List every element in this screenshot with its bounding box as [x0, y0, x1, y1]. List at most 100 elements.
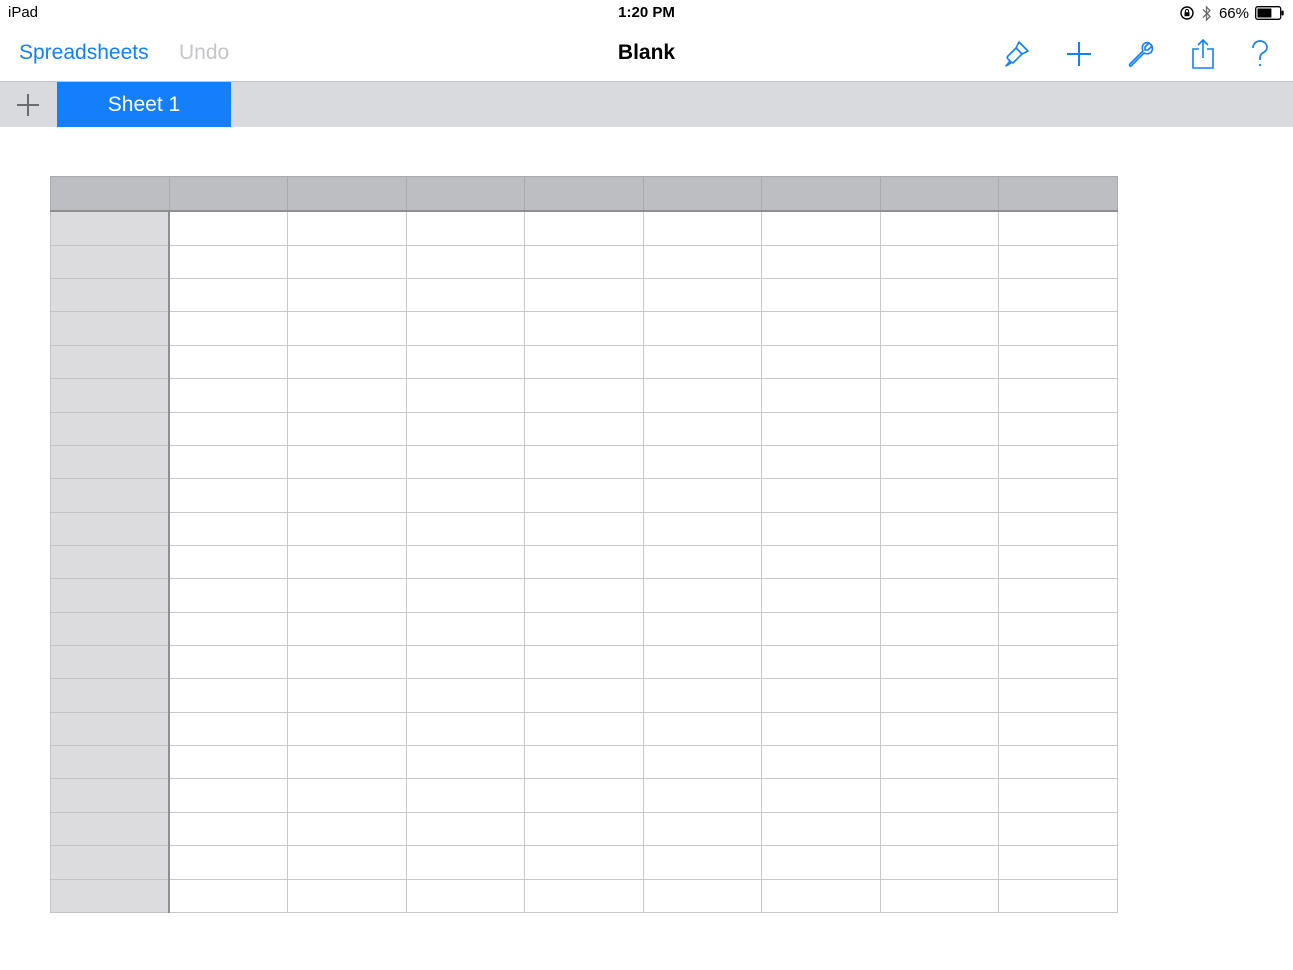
table-cell[interactable]	[405, 244, 526, 280]
table-cell[interactable]	[879, 745, 1000, 780]
table-cell[interactable]	[998, 378, 1118, 413]
header-cell[interactable]	[879, 176, 1000, 212]
table-cell[interactable]	[998, 344, 1118, 380]
table-grid[interactable]	[50, 176, 1118, 914]
header-cell[interactable]	[524, 176, 644, 212]
table-cell[interactable]	[879, 578, 1000, 613]
table-cell[interactable]	[998, 811, 1118, 847]
table-cell[interactable]	[879, 444, 1000, 480]
row-header-cell[interactable]	[50, 878, 171, 914]
table-cell[interactable]	[287, 645, 407, 680]
table-cell[interactable]	[998, 311, 1118, 346]
table-cell[interactable]	[998, 478, 1118, 513]
table-cell[interactable]	[761, 645, 881, 680]
table-cell[interactable]	[642, 878, 763, 914]
row-header-cell[interactable]	[50, 645, 171, 680]
table-cell[interactable]	[405, 278, 526, 313]
table-cell[interactable]	[761, 544, 881, 580]
table-cell[interactable]	[998, 210, 1118, 246]
table-cell[interactable]	[761, 378, 881, 413]
table-cell[interactable]	[642, 378, 763, 413]
table-cell[interactable]	[524, 378, 644, 413]
table-cell[interactable]	[287, 544, 407, 580]
table-cell[interactable]	[998, 678, 1118, 713]
row-header-cell[interactable]	[50, 244, 171, 280]
table-cell[interactable]	[405, 544, 526, 580]
table-cell[interactable]	[642, 678, 763, 713]
table-cell[interactable]	[168, 411, 289, 446]
row-header-cell[interactable]	[50, 678, 171, 713]
table-cell[interactable]	[168, 678, 289, 713]
table-cell[interactable]	[168, 244, 289, 280]
row-header-cell[interactable]	[50, 845, 171, 880]
table-cell[interactable]	[761, 511, 881, 546]
table-cell[interactable]	[405, 711, 526, 747]
table-cell[interactable]	[642, 745, 763, 780]
table-cell[interactable]	[879, 411, 1000, 446]
table-cell[interactable]	[287, 611, 407, 647]
table-cell[interactable]	[524, 278, 644, 313]
table-cell[interactable]	[642, 210, 763, 246]
table-cell[interactable]	[524, 811, 644, 847]
table-cell[interactable]	[642, 444, 763, 480]
table-cell[interactable]	[168, 778, 289, 813]
table-cell[interactable]	[168, 845, 289, 880]
table-cell[interactable]	[287, 711, 407, 747]
table-cell[interactable]	[879, 845, 1000, 880]
paintbrush-icon[interactable]	[999, 36, 1035, 72]
table-cell[interactable]	[998, 511, 1118, 546]
table-cell[interactable]	[168, 444, 289, 480]
table-cell[interactable]	[168, 478, 289, 513]
table-cell[interactable]	[524, 878, 644, 914]
table-cell[interactable]	[642, 478, 763, 513]
table-cell[interactable]	[405, 645, 526, 680]
table-cell[interactable]	[879, 778, 1000, 813]
table-cell[interactable]	[642, 845, 763, 880]
table-cell[interactable]	[524, 344, 644, 380]
table-cell[interactable]	[998, 778, 1118, 813]
table-cell[interactable]	[761, 878, 881, 914]
table-cell[interactable]	[524, 745, 644, 780]
table-cell[interactable]	[287, 311, 407, 346]
table-cell[interactable]	[761, 578, 881, 613]
table-cell[interactable]	[524, 544, 644, 580]
row-header-cell[interactable]	[50, 745, 171, 780]
table-cell[interactable]	[761, 478, 881, 513]
table-cell[interactable]	[168, 811, 289, 847]
table-cell[interactable]	[287, 778, 407, 813]
table-cell[interactable]	[287, 244, 407, 280]
table-cell[interactable]	[642, 311, 763, 346]
row-header-cell[interactable]	[50, 478, 171, 513]
table-cell[interactable]	[642, 711, 763, 747]
row-header-cell[interactable]	[50, 311, 171, 346]
row-header-cell[interactable]	[50, 210, 171, 246]
table-cell[interactable]	[287, 210, 407, 246]
table-cell[interactable]	[405, 745, 526, 780]
table-cell[interactable]	[405, 778, 526, 813]
corner-cell[interactable]	[50, 176, 170, 212]
header-cell[interactable]	[642, 176, 763, 212]
table-cell[interactable]	[879, 278, 1000, 313]
table-cell[interactable]	[642, 645, 763, 680]
table-cell[interactable]	[168, 511, 289, 546]
table-cell[interactable]	[405, 578, 526, 613]
table-cell[interactable]	[405, 878, 526, 914]
table-cell[interactable]	[287, 278, 407, 313]
table-cell[interactable]	[642, 811, 763, 847]
header-cell[interactable]	[287, 176, 407, 212]
table-cell[interactable]	[168, 378, 289, 413]
table-cell[interactable]	[168, 278, 289, 313]
table-cell[interactable]	[405, 444, 526, 480]
table-cell[interactable]	[642, 544, 763, 580]
row-header-cell[interactable]	[50, 544, 171, 580]
table-cell[interactable]	[642, 611, 763, 647]
row-header-cell[interactable]	[50, 278, 171, 313]
table-cell[interactable]	[998, 711, 1118, 747]
table-cell[interactable]	[879, 811, 1000, 847]
table-cell[interactable]	[998, 745, 1118, 780]
row-header-cell[interactable]	[50, 811, 171, 847]
table-cell[interactable]	[168, 311, 289, 346]
table-cell[interactable]	[998, 411, 1118, 446]
row-header-cell[interactable]	[50, 378, 171, 413]
table-cell[interactable]	[879, 544, 1000, 580]
